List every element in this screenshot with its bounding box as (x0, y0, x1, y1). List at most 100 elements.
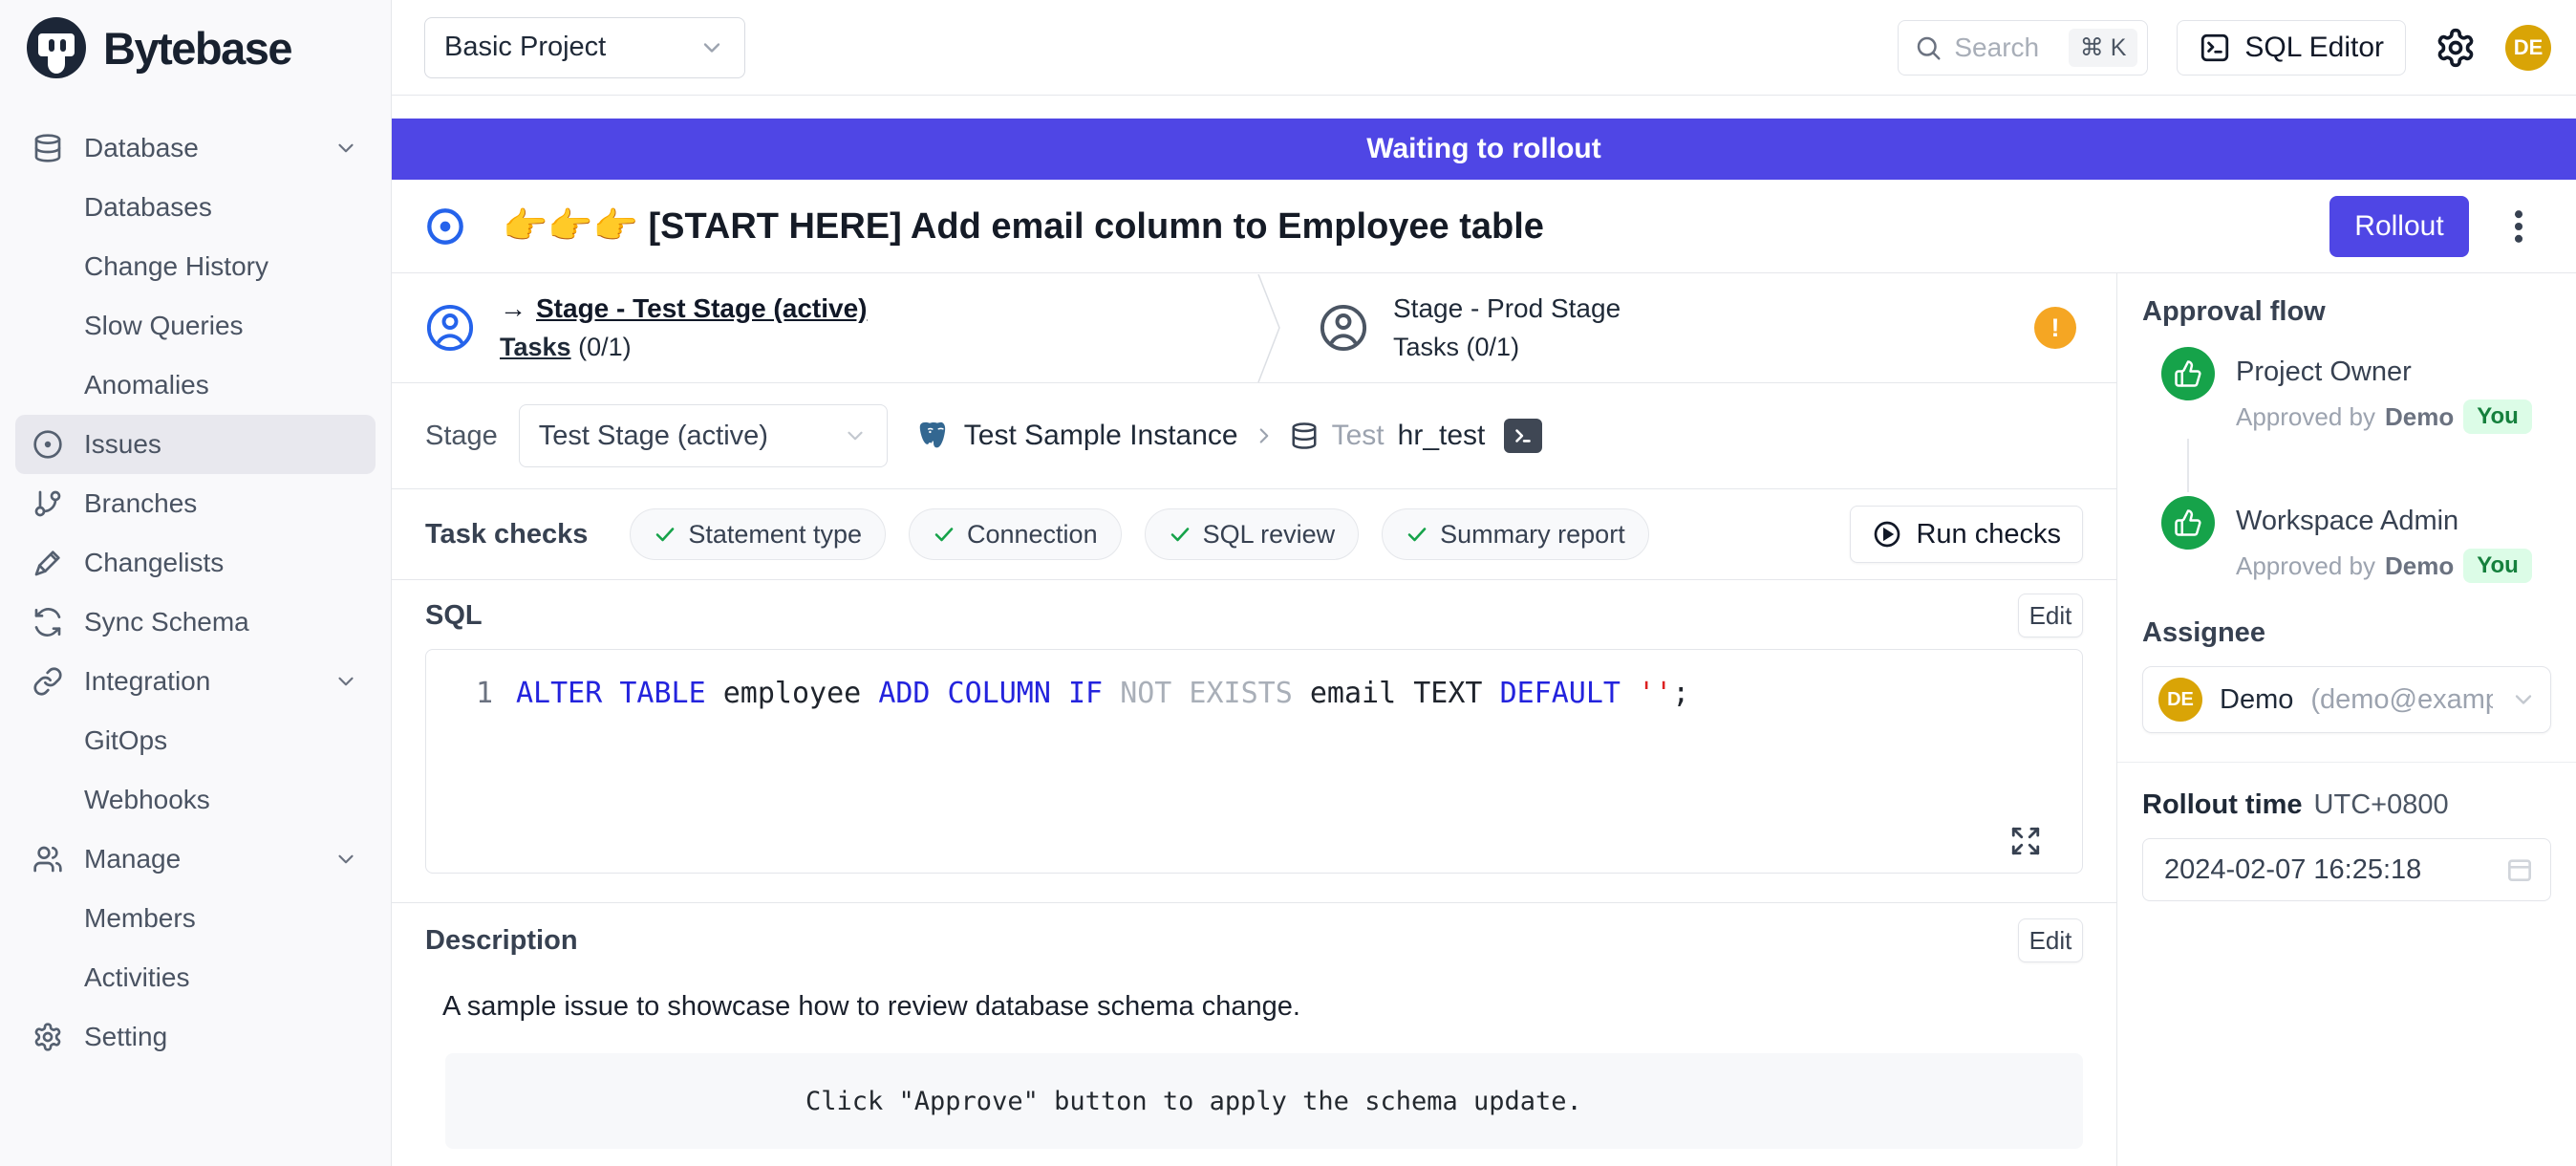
stage-card-test[interactable]: → Stage - Test Stage (active) Tasks (0/1… (392, 293, 1256, 362)
approval-step: Project Owner Approved by Demo You (2161, 347, 2551, 434)
check-pill-statement-type[interactable]: Statement type (630, 508, 886, 560)
sidebar: Database Databases Change History Slow Q… (0, 96, 392, 1166)
sidebar-item-label: Changelists (84, 548, 224, 578)
sidebar-item-setting[interactable]: Setting (15, 1007, 376, 1067)
assignee-selector[interactable]: DE Demo (demo@example (2142, 666, 2551, 733)
sidebar-item-webhooks[interactable]: Webhooks (15, 770, 376, 830)
sidebar-item-changelists[interactable]: Changelists (15, 533, 376, 593)
check-pill-label: SQL review (1203, 520, 1336, 550)
check-icon (1169, 523, 1191, 546)
stage-card-prod[interactable]: Stage - Prod Stage Tasks (0/1) ! (1285, 293, 2116, 362)
approval-step: Workspace Admin Approved by Demo You (2161, 496, 2551, 583)
assignee-name: Demo (2220, 684, 2293, 716)
sidebar-item-label: Database (84, 133, 199, 163)
description-text: A sample issue to showcase how to review… (425, 991, 2083, 1023)
search-icon (1914, 33, 1943, 62)
approved-by-text: Approved by (2236, 551, 2375, 581)
issue-open-icon (426, 207, 464, 246)
link-icon (32, 666, 65, 697)
stage-selector[interactable]: Test Stage (active) (519, 404, 888, 467)
sidebar-item-label: Activities (84, 962, 189, 993)
sidebar-item-database[interactable]: Database (15, 119, 376, 178)
brand-logo[interactable]: Bytebase (0, 0, 392, 96)
assignee-heading: Assignee (2142, 617, 2551, 649)
description-edit-button[interactable]: Edit (2018, 918, 2083, 962)
sql-token: DEFAULT (1500, 677, 1639, 710)
check-pill-label: Statement type (688, 520, 862, 550)
sidebar-item-label: Manage (84, 844, 181, 874)
rollout-time-heading: Rollout time UTC+0800 (2142, 789, 2551, 821)
settings-gear-button[interactable] (2435, 27, 2477, 69)
git-branch-icon (32, 488, 65, 519)
issue-main-column: → Stage - Test Stage (active) Tasks (0/1… (392, 273, 2116, 1166)
sidebar-item-sync-schema[interactable]: Sync Schema (15, 593, 376, 652)
terminal-square-icon (2199, 32, 2231, 64)
assignee-email: (demo@example (2310, 684, 2493, 716)
check-pill-summary-report[interactable]: Summary report (1382, 508, 1649, 560)
current-stage-arrow: → (500, 293, 526, 324)
approval-role: Project Owner (2236, 356, 2532, 388)
stage-warning-icon: ! (2034, 307, 2076, 349)
rollout-time-input[interactable]: 2024-02-07 16:25:18 (2142, 838, 2551, 901)
calendar-icon (2504, 854, 2535, 885)
postgresql-icon (916, 419, 951, 453)
stage-tasks-link[interactable]: Tasks (500, 333, 571, 361)
check-pill-connection[interactable]: Connection (909, 508, 1122, 560)
sidebar-item-databases[interactable]: Databases (15, 178, 376, 237)
sidebar-item-anomalies[interactable]: Anomalies (15, 356, 376, 415)
stage-title-link[interactable]: Stage - Test Stage (active) (536, 293, 867, 324)
sidebar-item-manage[interactable]: Manage (15, 830, 376, 889)
database-name[interactable]: hr_test (1398, 420, 1486, 452)
kebab-menu-icon[interactable] (2513, 205, 2524, 248)
sql-section: SQL Edit 1ALTER TABLE employee ADD COLUM… (392, 579, 2116, 889)
project-selector[interactable]: Basic Project (424, 17, 745, 78)
status-banner: Waiting to rollout (392, 119, 2576, 180)
task-checks-label: Task checks (425, 519, 588, 551)
sidebar-item-slow-queries[interactable]: Slow Queries (15, 296, 376, 356)
sql-token: TEXT (1413, 677, 1499, 710)
search-input[interactable] (1954, 32, 2056, 63)
check-icon (654, 523, 676, 546)
refresh-icon (32, 607, 65, 637)
environment-label: Test (1332, 420, 1385, 452)
sidebar-item-change-history[interactable]: Change History (15, 237, 376, 296)
play-circle-icon (1872, 519, 1902, 550)
stage-select-row: Stage Test Stage (active) Test Sample In… (392, 383, 2116, 488)
expand-icon[interactable] (2009, 825, 2042, 857)
rollout-timezone: UTC+0800 (2314, 789, 2449, 821)
check-icon (933, 523, 955, 546)
chevron-down-icon (333, 669, 358, 694)
sidebar-item-members[interactable]: Members (15, 889, 376, 948)
topbar: Bytebase Basic Project ⌘ K SQL Editor (0, 0, 2576, 96)
sql-token: ; (1672, 677, 1689, 710)
check-pill-label: Connection (967, 520, 1098, 550)
sidebar-item-label: Branches (84, 488, 197, 519)
approver-name: Demo (2385, 402, 2454, 432)
sql-token: '' (1638, 677, 1672, 710)
description-section: Description Edit A sample issue to showc… (392, 902, 2116, 1149)
database-breadcrumb: Test Sample Instance Test hr_test (916, 419, 1543, 453)
chevron-down-icon (333, 136, 358, 161)
stage-person-icon-active (425, 303, 475, 353)
check-pill-sql-review[interactable]: SQL review (1145, 508, 1360, 560)
sql-edit-button[interactable]: Edit (2018, 594, 2083, 637)
user-avatar[interactable]: DE (2505, 25, 2551, 71)
approval-flow-heading: Approval flow (2142, 296, 2551, 328)
instance-name[interactable]: Test Sample Instance (964, 420, 1238, 452)
rollout-button[interactable]: Rollout (2329, 196, 2469, 257)
sidebar-item-label: Integration (84, 666, 210, 697)
sidebar-item-branches[interactable]: Branches (15, 474, 376, 533)
sidebar-item-activities[interactable]: Activities (15, 948, 376, 1007)
sql-code-editor[interactable]: 1ALTER TABLE employee ADD COLUMN IF NOT … (425, 649, 2083, 874)
sidebar-item-label: Setting (84, 1022, 167, 1052)
sql-token: ALTER TABLE (516, 677, 723, 710)
run-checks-button[interactable]: Run checks (1850, 506, 2083, 563)
sidebar-item-integration[interactable]: Integration (15, 652, 376, 711)
search-shortcut-badge: ⌘ K (2069, 29, 2138, 67)
sidebar-item-gitops[interactable]: GitOps (15, 711, 376, 770)
sidebar-item-issues[interactable]: Issues (15, 415, 376, 474)
sql-editor-button[interactable]: SQL Editor (2177, 20, 2406, 76)
open-sql-editor-icon[interactable] (1504, 419, 1542, 453)
thumbs-up-icon (2161, 496, 2215, 550)
search-box[interactable]: ⌘ K (1898, 20, 2148, 76)
